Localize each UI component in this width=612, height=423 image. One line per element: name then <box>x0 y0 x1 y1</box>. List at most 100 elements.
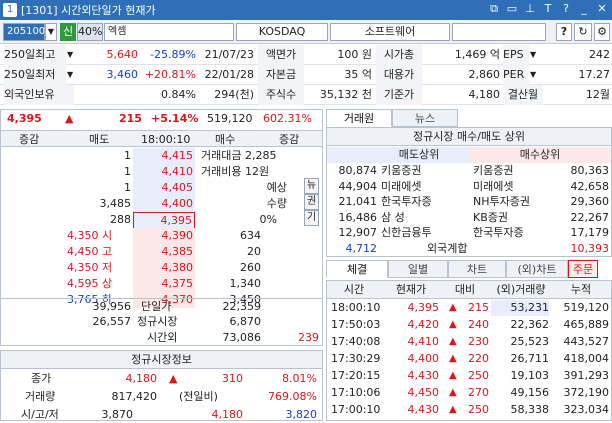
info-label: 자본금 <box>258 65 304 85</box>
order-button[interactable]: 주문 <box>568 260 598 278</box>
execution-row: 18:00:10 4,395 ▲ 215 53,231 519,120 <box>327 300 611 316</box>
single-price-label: 단일가 <box>141 300 172 313</box>
execution-row: 17:40:08 4,410 ▲ 230 25,523 443,527 <box>327 334 611 350</box>
after-hours-value-2: 239 <box>298 331 319 344</box>
tab-chart[interactable]: 차트 <box>448 260 506 278</box>
exec-change: 270 <box>468 386 489 399</box>
broker-rank-row: 21,041 한국투자증 NH투자증권 29,360 <box>327 194 611 210</box>
after-hours-label: 시간외 <box>147 331 178 344</box>
dropdown-icon[interactable]: ▼ <box>67 65 75 85</box>
refresh-icon[interactable]: ↻ <box>574 23 592 41</box>
exec-volume: 25,523 <box>510 335 550 348</box>
side-tab[interactable]: 권 <box>304 194 319 210</box>
exec-volume: 22,362 <box>510 318 550 331</box>
up-arrow-icon: ▲ <box>449 319 457 330</box>
exec-time: 17:40:08 <box>331 335 381 348</box>
trade-tabs: 체결 일별 차트 (외)차트 주문 <box>326 260 598 278</box>
stock-name-field[interactable]: 엑셈 <box>104 23 234 41</box>
info-date: 21/07/23 <box>204 48 254 61</box>
font-size-icon[interactable]: T <box>542 2 554 16</box>
tab-foreign-chart[interactable]: (외)차트 <box>506 260 568 278</box>
foreign-sell: 4,712 <box>345 242 378 255</box>
header-time: 18:00:10 <box>141 133 191 146</box>
tab-news[interactable]: 뉴스 <box>392 109 458 127</box>
stock-code-input[interactable]: 205100 <box>3 23 45 41</box>
ask-qty: 3,485 <box>99 197 132 210</box>
tab-broker[interactable]: 거래원 <box>326 109 392 127</box>
exec-price: 4,400 <box>407 352 440 365</box>
after-hours-value: 73,086 <box>222 331 262 344</box>
bid-qty: 20 <box>247 245 261 258</box>
help-button[interactable]: ? <box>556 23 572 41</box>
execution-row: 17:50:03 4,420 ▲ 240 22,362 465,889 <box>327 317 611 333</box>
title-bar: 1 [1301] 시간외단일가 현재가 ⧉ ▭ ⊥ T ? _ ✕ <box>0 0 612 20</box>
dropdown-icon[interactable]: ▼ <box>67 45 75 65</box>
price-summary: 4,395 ▲ 215 +5.14% 519,120 602.31% <box>1 110 322 128</box>
close-change: 310 <box>222 372 243 385</box>
price-change: 215 <box>119 112 142 125</box>
trade-info: 거래대금 2,285 거래비용 12원 예상 수량 0% <box>201 148 301 228</box>
trade-cost: 거래비용 12원 <box>201 165 270 178</box>
buy-broker: KB증권 <box>473 210 508 224</box>
tab-daily[interactable]: 일별 <box>388 260 448 278</box>
exec-cumulative: 391,293 <box>563 369 610 382</box>
regular-close-row: 종가 4,180 ▲ 310 8.01% <box>1 371 322 387</box>
exec-volume: 58,338 <box>510 403 550 416</box>
sell-qty: 12,907 <box>338 226 378 240</box>
ask-qty: 288 <box>110 213 131 226</box>
execution-panel: 시간 현재가 대비 (외)거래량 누적 18:00:10 4,395 ▲ 215 53,231 5… <box>326 280 612 421</box>
total-row: 39,956 단일가 22,359 <box>1 298 322 314</box>
info-label: 결산월 <box>503 85 543 105</box>
pin-icon[interactable]: ⊥ <box>524 2 536 16</box>
dropdown-icon[interactable]: ▼ <box>530 45 538 65</box>
toolbar: 205100 ▼ 신 40% 엑셈 KOSDAQ 소프트웨어 ? ↻ ⚙ <box>0 20 612 44</box>
up-arrow-icon: ▲ <box>449 336 457 347</box>
code-dropdown-icon[interactable]: ▼ <box>45 23 57 41</box>
help-icon[interactable]: ? <box>560 2 572 16</box>
exec-price: 4,410 <box>407 335 440 348</box>
sell-qty: 80,874 <box>338 164 378 177</box>
up-arrow-icon: ▲ <box>449 387 457 398</box>
ask-qty: 1 <box>124 165 131 178</box>
info-rate: -25.89% <box>150 48 196 61</box>
sell-broker: 한국투자증 <box>381 195 432 209</box>
info-value: 294(천) <box>214 88 254 101</box>
execution-header: 시간 현재가 대비 (외)거래량 누적 <box>327 281 611 299</box>
info-value: 1,469 억 <box>454 48 500 61</box>
execution-row: 17:10:06 4,450 ▲ 270 49,156 372,190 <box>327 385 611 401</box>
change-rate: +5.14% <box>151 112 199 125</box>
up-arrow-icon: ▲ <box>449 353 457 364</box>
side-tab[interactable]: 뉴 <box>304 178 319 194</box>
exec-price: 4,450 <box>407 386 440 399</box>
exec-change: 250 <box>468 369 489 382</box>
close-icon[interactable]: ✕ <box>596 2 608 16</box>
bid-price: 4,380 <box>133 260 195 276</box>
credit-badge: 신 <box>60 23 76 41</box>
buy-broker: 한국투자증 <box>473 226 524 240</box>
sell-broker: 삼 성 <box>381 210 405 224</box>
info-row-2: 250일최저 ▼ 3,460 +20.81% 22/01/28 자본금 35 억… <box>0 65 612 85</box>
header-bid: 매수 <box>215 133 236 146</box>
restore-icon[interactable]: ▭ <box>506 2 518 16</box>
info-value: 3,460 <box>106 68 139 81</box>
stat-item: 4,350 시 <box>67 229 113 242</box>
tab-executions[interactable]: 체결 <box>326 260 388 278</box>
bid-row: 4,595 상 4,375 1,340 <box>1 276 322 292</box>
dropdown-icon[interactable]: ▼ <box>530 65 538 85</box>
close-label: 종가 <box>31 372 52 385</box>
minimize-icon[interactable]: _ <box>578 2 590 16</box>
broker-rank-row: 80,874 키움증권 키움증권 80,363 <box>327 163 611 179</box>
trade-amount: 거래대금 2,285 <box>201 149 277 162</box>
prev-day-label: (전일비) <box>179 390 218 403</box>
settings-icon[interactable]: ⚙ <box>594 23 610 41</box>
info-rate: 0.84% <box>161 88 196 101</box>
side-tab[interactable]: 기 <box>304 210 319 226</box>
bid-row: 4,350 저 4,380 260 <box>1 260 322 276</box>
regular-bid: 6,870 <box>229 315 262 328</box>
buy-broker: 미래에셋 <box>473 179 514 193</box>
sell-qty: 21,041 <box>338 195 378 209</box>
expected-label: 예상 <box>266 181 287 194</box>
buy-qty: 80,363 <box>570 164 610 177</box>
link-icon[interactable]: ⧉ <box>488 2 500 16</box>
info-value: 2,860 <box>468 68 501 81</box>
